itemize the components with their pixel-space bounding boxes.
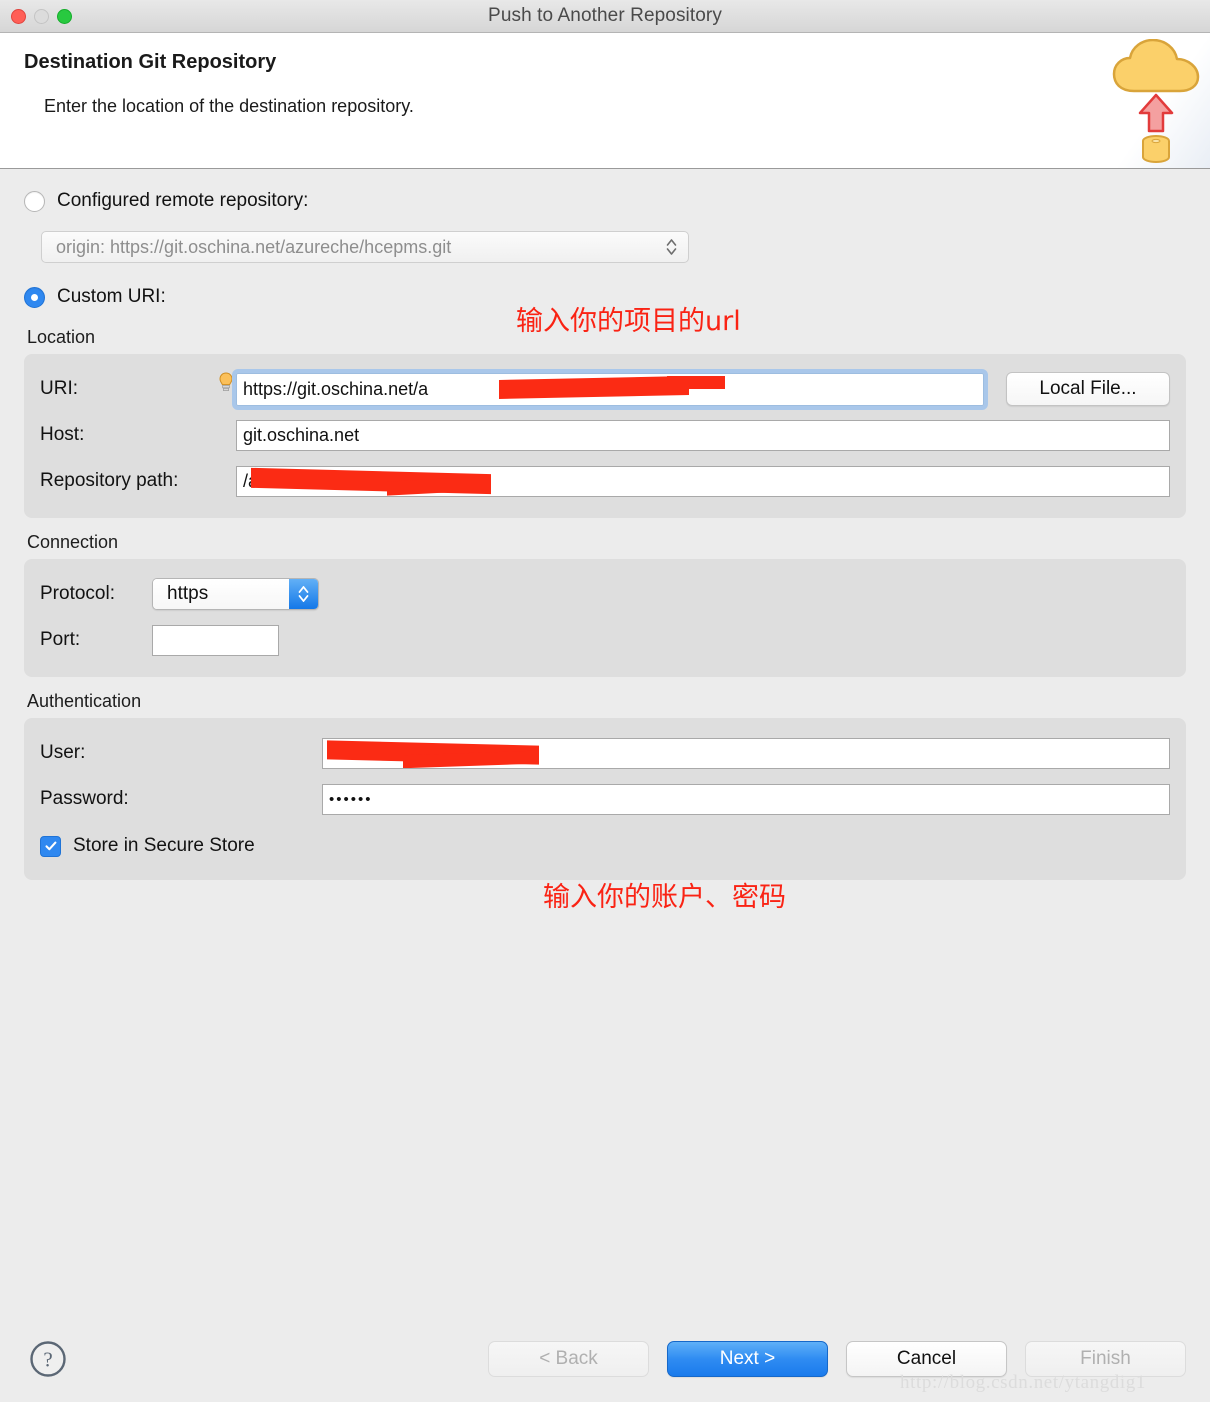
help-icon[interactable]: ? bbox=[28, 1339, 68, 1379]
back-button[interactable]: < Back bbox=[488, 1341, 649, 1377]
redaction-mark-user-2 bbox=[403, 750, 533, 768]
chevron-updown-icon bbox=[666, 238, 677, 256]
uri-row: URI: https://git.oschina.net/a Local Fil… bbox=[40, 366, 1170, 412]
close-button[interactable] bbox=[11, 9, 26, 24]
port-row: Port: bbox=[40, 617, 1170, 663]
location-group-title: Location bbox=[27, 327, 96, 347]
redaction-mark-uri bbox=[499, 375, 689, 399]
connection-panel: Protocol: https Port: bbox=[24, 559, 1186, 677]
repository-path-value: /a bbox=[243, 470, 259, 491]
window-controls bbox=[11, 9, 72, 24]
protocol-select[interactable]: https bbox=[152, 578, 319, 610]
radio-configured-remote-indicator[interactable] bbox=[24, 190, 45, 212]
authentication-group-title: Authentication bbox=[27, 691, 142, 711]
watermark: http://blog.csdn.net/ytangdig1 bbox=[900, 1372, 1146, 1393]
uri-field-wrap: https://git.oschina.net/a bbox=[219, 368, 988, 410]
minimize-button[interactable] bbox=[34, 9, 49, 24]
dialog-window: Push to Another Repository Destination G… bbox=[0, 0, 1210, 1402]
repository-path-input[interactable]: /a bbox=[236, 465, 1170, 497]
next-button[interactable]: Next > bbox=[667, 1341, 828, 1377]
protocol-label: Protocol: bbox=[40, 583, 115, 604]
user-label: User: bbox=[40, 742, 86, 763]
redaction-mark-user bbox=[327, 739, 539, 765]
user-row: User: bbox=[40, 730, 1170, 776]
page-title: Destination Git Repository bbox=[24, 51, 277, 73]
redaction-mark-repo-2 bbox=[387, 475, 487, 496]
uri-label: URI: bbox=[40, 378, 78, 399]
cloud-push-icon bbox=[1112, 39, 1200, 163]
repository-path-label: Repository path: bbox=[40, 470, 179, 491]
authentication-panel: User: Password: •••••• Store in Secure S… bbox=[24, 718, 1186, 880]
password-row: Password: •••••• bbox=[40, 776, 1170, 822]
radio-configured-remote-label: Configured remote repository: bbox=[57, 190, 309, 211]
store-secure-checkbox-row[interactable]: Store in Secure Store bbox=[40, 826, 1170, 866]
uri-input[interactable]: https://git.oschina.net/a bbox=[232, 368, 988, 410]
connection-group: Connection Protocol: https Port: bbox=[24, 532, 1186, 677]
user-input[interactable] bbox=[322, 737, 1170, 769]
repository-path-row: Repository path: /a bbox=[40, 458, 1170, 504]
host-label: Host: bbox=[40, 424, 85, 445]
host-row: Host: git.oschina.net bbox=[40, 412, 1170, 458]
local-file-button[interactable]: Local File... bbox=[1006, 372, 1170, 406]
dialog-footer: ? < Back Next > Cancel Finish http://blo… bbox=[0, 1316, 1210, 1402]
maximize-button[interactable] bbox=[57, 9, 72, 24]
port-label: Port: bbox=[40, 629, 81, 650]
password-label: Password: bbox=[40, 788, 129, 809]
header-banner bbox=[1080, 33, 1210, 168]
uri-input-value: https://git.oschina.net/a bbox=[243, 378, 429, 399]
radio-configured-remote[interactable]: Configured remote repository: bbox=[24, 185, 1186, 217]
port-input[interactable] bbox=[152, 624, 279, 656]
svg-text:?: ? bbox=[43, 1348, 52, 1372]
radio-custom-uri[interactable]: Custom URI: bbox=[24, 281, 1186, 313]
location-panel: URI: https://git.oschina.net/a Local Fil… bbox=[24, 354, 1186, 518]
dialog-body: 输入你的项目的url 输入你的账户、密码 Configured remote r… bbox=[0, 169, 1210, 1316]
location-group: Location URI: https://git.oschina.net/a bbox=[24, 327, 1186, 518]
protocol-row: Protocol: https bbox=[40, 571, 1170, 617]
configured-remote-value: origin: https://git.oschina.net/azureche… bbox=[56, 236, 452, 257]
redaction-mark-repo bbox=[251, 467, 491, 494]
content-assist-bulb-icon bbox=[219, 371, 233, 391]
page-subtitle: Enter the location of the destination re… bbox=[44, 96, 414, 116]
annotation-credentials-hint: 输入你的账户、密码 bbox=[543, 882, 786, 913]
host-input[interactable]: git.oschina.net bbox=[236, 419, 1170, 451]
check-icon bbox=[44, 841, 56, 851]
title-bar: Push to Another Repository bbox=[0, 0, 1210, 33]
wizard-header: Destination Git Repository Enter the loc… bbox=[0, 33, 1210, 169]
radio-custom-uri-label: Custom URI: bbox=[57, 286, 166, 307]
store-secure-checkbox[interactable] bbox=[40, 835, 61, 857]
redaction-mark-uri-2 bbox=[667, 375, 725, 389]
protocol-select-value: https bbox=[153, 579, 289, 609]
stepper-arrows-icon[interactable] bbox=[289, 579, 318, 609]
password-input[interactable]: •••••• bbox=[322, 783, 1170, 815]
radio-custom-uri-indicator[interactable] bbox=[24, 286, 45, 308]
connection-group-title: Connection bbox=[27, 532, 119, 552]
window-title: Push to Another Repository bbox=[488, 5, 722, 26]
configured-remote-select[interactable]: origin: https://git.oschina.net/azureche… bbox=[41, 231, 689, 263]
password-input-value: •••••• bbox=[329, 790, 373, 808]
authentication-group: Authentication User: Password: •••••• St… bbox=[24, 691, 1186, 880]
store-secure-label: Store in Secure Store bbox=[73, 835, 255, 856]
host-input-value: git.oschina.net bbox=[243, 424, 360, 445]
